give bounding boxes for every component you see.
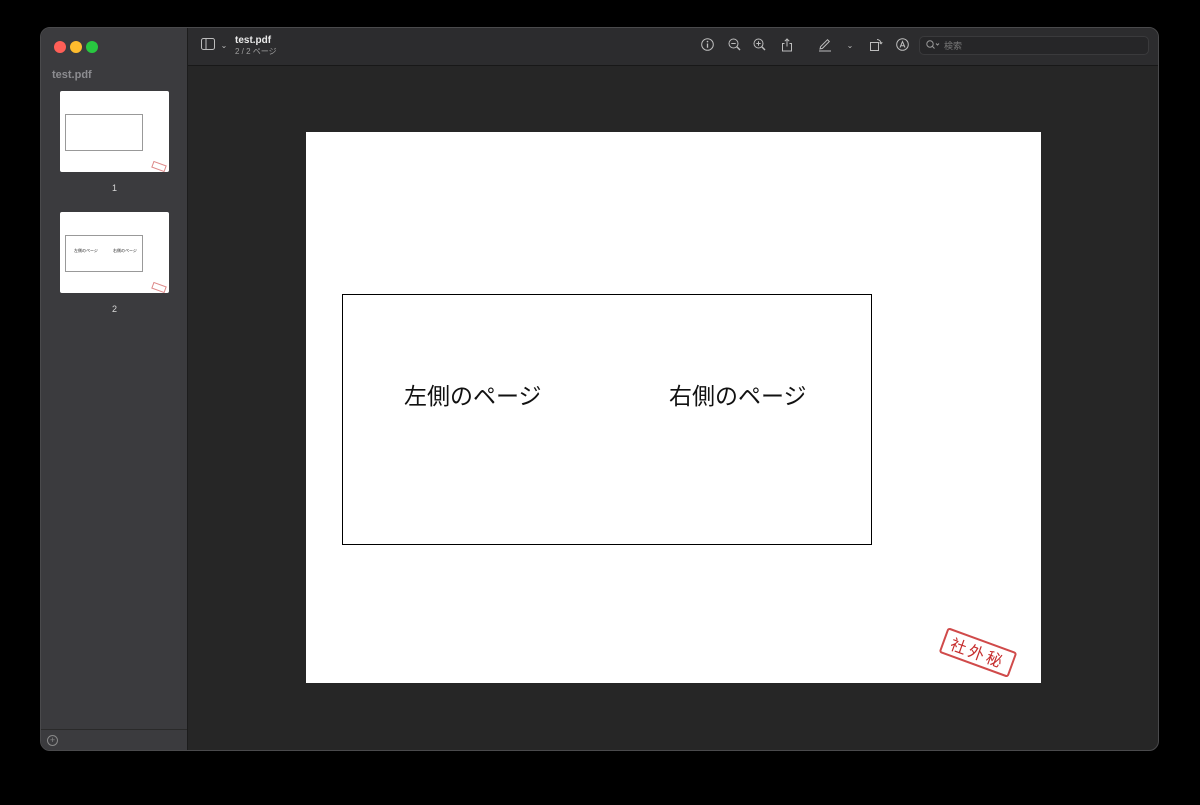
info-icon[interactable] (699, 38, 715, 54)
right-page-text: 右側のページ (669, 384, 807, 410)
search-input[interactable] (944, 39, 1134, 52)
markup-pen-icon[interactable] (817, 38, 833, 54)
thumbnail-frame: 左側のページ 右側のページ (65, 235, 143, 272)
page-thumbnail-2[interactable]: 左側のページ 右側のページ (60, 212, 169, 294)
zoom-out-icon[interactable] (726, 38, 742, 54)
minimize-button[interactable] (70, 41, 82, 53)
share-icon[interactable] (779, 38, 795, 54)
page-frame (342, 294, 872, 545)
zoom-in-icon[interactable] (751, 38, 767, 54)
pdf-page: 左側のページ 右側のページ 社外秘 (306, 132, 1041, 683)
sidebar-footer: + (41, 729, 187, 750)
sidebar-title: test.pdf (52, 69, 92, 81)
toolbar: ⌄ test.pdf 2 / 2 ページ ⌄ (188, 28, 1158, 66)
thumbnail-number: 1 (111, 183, 117, 193)
document-title: test.pdf (235, 35, 272, 46)
chevron-down-icon[interactable]: ⌄ (216, 38, 232, 54)
add-page-icon[interactable]: + (47, 735, 58, 746)
page-thumbnail-1[interactable] (60, 91, 169, 173)
rotate-icon[interactable] (868, 38, 884, 54)
search-icon (926, 40, 940, 53)
thumbnail-stamp (151, 281, 167, 294)
thumbnail-sidebar: test.pdf 1 左側のページ 右側のページ 2 + (41, 28, 188, 750)
sidebar-toggle-icon[interactable] (200, 38, 216, 54)
thumbnail-number: 2 (111, 304, 117, 314)
thumbnail-left-text: 左側のページ (74, 248, 98, 253)
chevron-down-icon[interactable]: ⌄ (842, 38, 858, 54)
annotate-icon[interactable] (894, 38, 910, 54)
zoom-button[interactable] (86, 41, 98, 53)
thumbnail-frame (65, 114, 143, 151)
search-field[interactable] (919, 36, 1149, 55)
close-button[interactable] (54, 41, 66, 53)
left-page-text: 左側のページ (404, 384, 542, 410)
confidential-stamp: 社外秘 (938, 627, 1018, 678)
preview-window: test.pdf 1 左側のページ 右側のページ 2 + ⌄ test.pdf … (40, 27, 1159, 751)
thumbnail-stamp (151, 160, 167, 173)
thumbnail-right-text: 右側のページ (113, 248, 137, 253)
page-count: 2 / 2 ページ (235, 47, 277, 56)
